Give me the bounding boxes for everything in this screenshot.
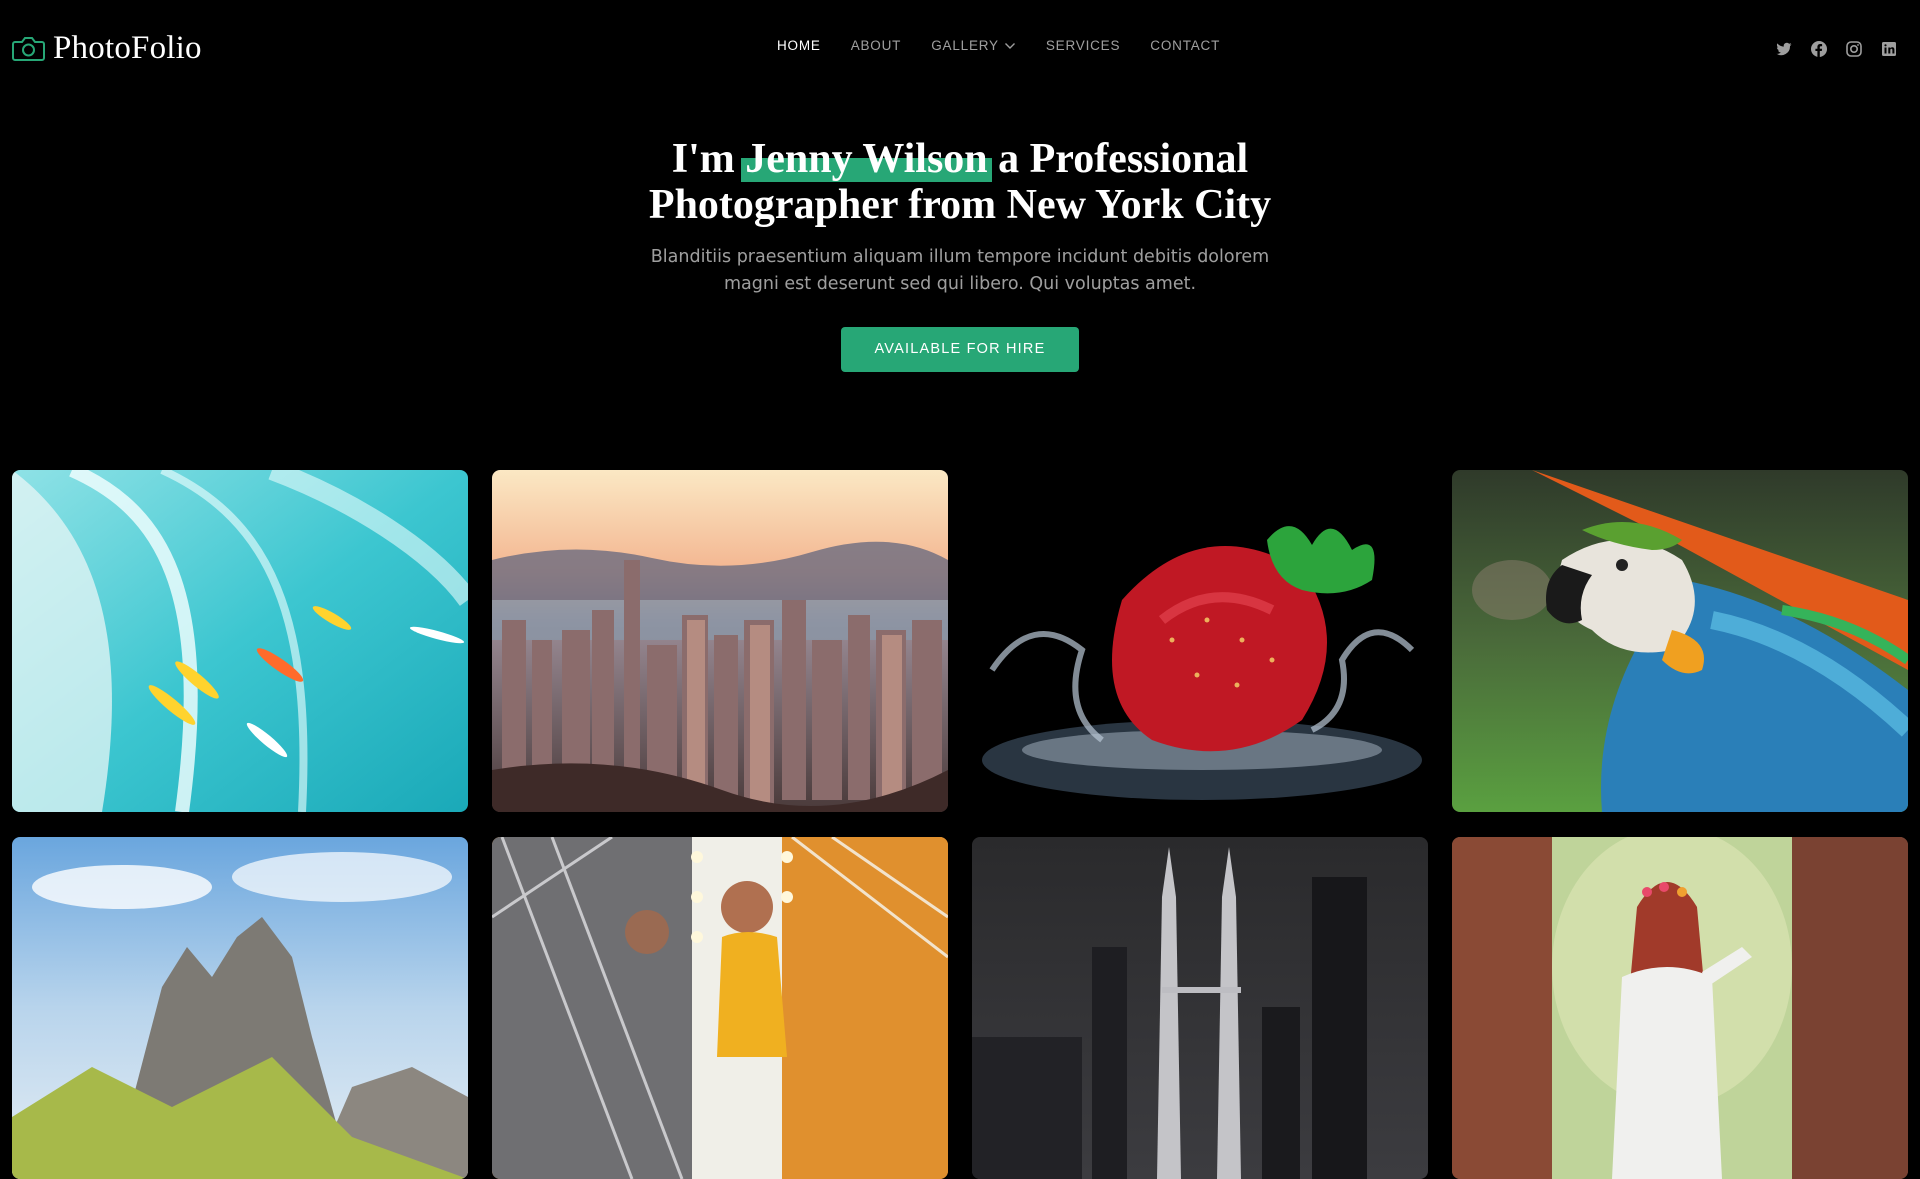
- nav-about[interactable]: ABOUT: [851, 38, 902, 53]
- fashion-model-photo[interactable]: [492, 837, 948, 1179]
- nav-about-label: ABOUT: [850, 38, 902, 53]
- nav-contact-label: CONTACT: [1150, 38, 1221, 53]
- chevron-down-icon: [1004, 42, 1016, 50]
- brand-name: PhotoFolio: [53, 30, 202, 66]
- highlighted-name: Jenny Wilson: [741, 136, 993, 182]
- mountain-peaks-photo[interactable]: [12, 837, 468, 1179]
- nav-home[interactable]: HOME: [777, 38, 821, 53]
- main-nav: HOME ABOUT GALLERY SERVICES CONTACT: [777, 38, 1250, 53]
- hero-description: Blanditiis praesentium aliquam illum tem…: [650, 247, 1270, 294]
- twitter-icon[interactable]: [1775, 40, 1793, 58]
- strawberry-splash-photo[interactable]: [972, 470, 1428, 812]
- gallery-grid: [12, 470, 1909, 1179]
- hero-title: I'm Jenny Wilson a Professional Photogra…: [0, 136, 1920, 228]
- linkedin-icon[interactable]: [1880, 40, 1898, 58]
- petronas-towers-photo[interactable]: [972, 837, 1428, 1179]
- camera-icon: [12, 34, 45, 63]
- hero-section: I'm Jenny Wilson a Professional Photogra…: [0, 136, 1920, 372]
- hero-title-prefix: I'm: [671, 136, 735, 182]
- social-links: [1775, 40, 1898, 58]
- nav-gallery-label: GALLERY: [931, 38, 999, 53]
- facebook-icon[interactable]: [1810, 40, 1828, 58]
- woman-in-forest-photo[interactable]: [1452, 837, 1908, 1179]
- instagram-icon[interactable]: [1845, 40, 1863, 58]
- nav-gallery[interactable]: GALLERY: [931, 38, 1016, 53]
- city-skyline-photo[interactable]: [492, 470, 948, 812]
- site-header: PhotoFolio HOME ABOUT GALLERY SERVICES C…: [0, 0, 1920, 98]
- nav-home-label: HOME: [777, 38, 821, 53]
- hero-title-line2: Photographer from New York City: [648, 182, 1272, 228]
- nav-services[interactable]: SERVICES: [1046, 38, 1120, 53]
- nav-contact[interactable]: CONTACT: [1150, 38, 1220, 53]
- nav-services-label: SERVICES: [1045, 38, 1121, 53]
- logo[interactable]: PhotoFolio: [12, 28, 202, 68]
- available-for-hire-button[interactable]: AVAILABLE FOR HIRE: [841, 327, 1079, 372]
- hero-title-suffix: a Professional: [998, 136, 1249, 182]
- surfers-photo[interactable]: [12, 470, 468, 812]
- macaw-parrot-photo[interactable]: [1452, 470, 1908, 812]
